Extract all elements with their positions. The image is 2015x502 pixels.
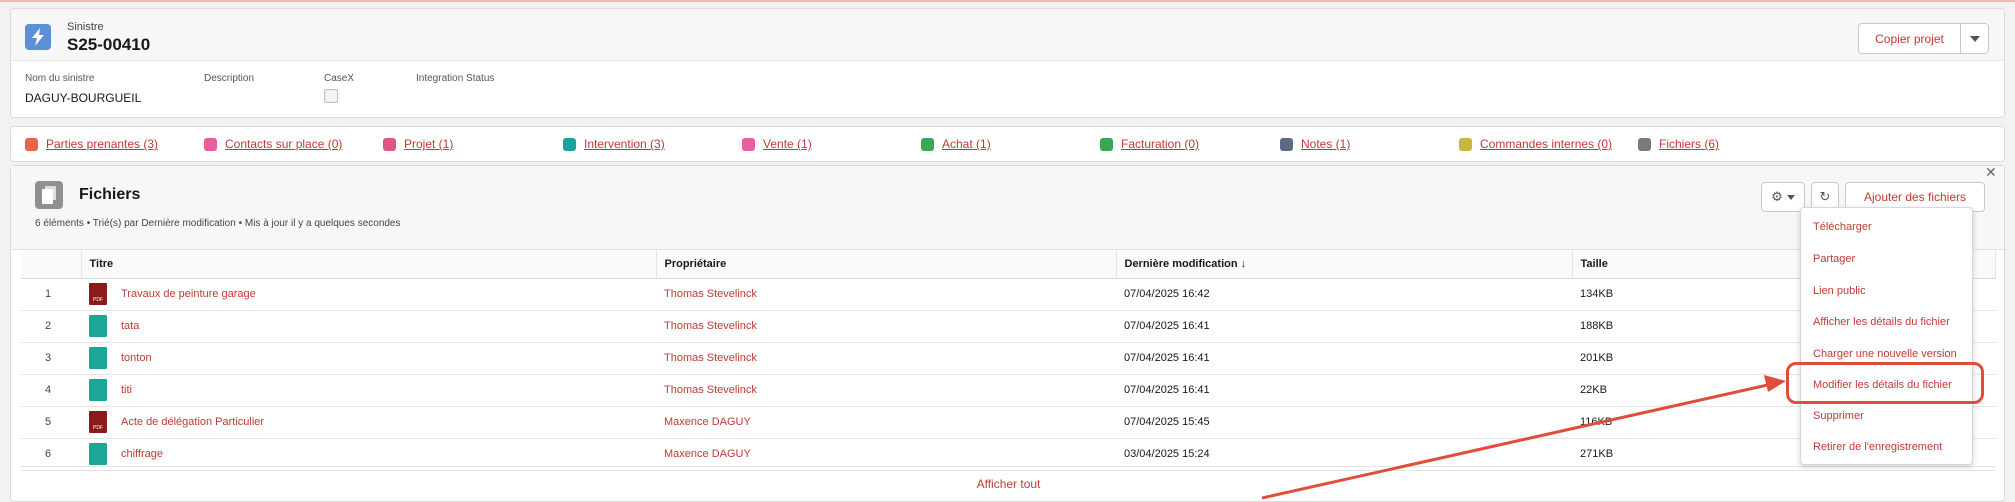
annotation-arrow — [1261, 375, 1786, 500]
